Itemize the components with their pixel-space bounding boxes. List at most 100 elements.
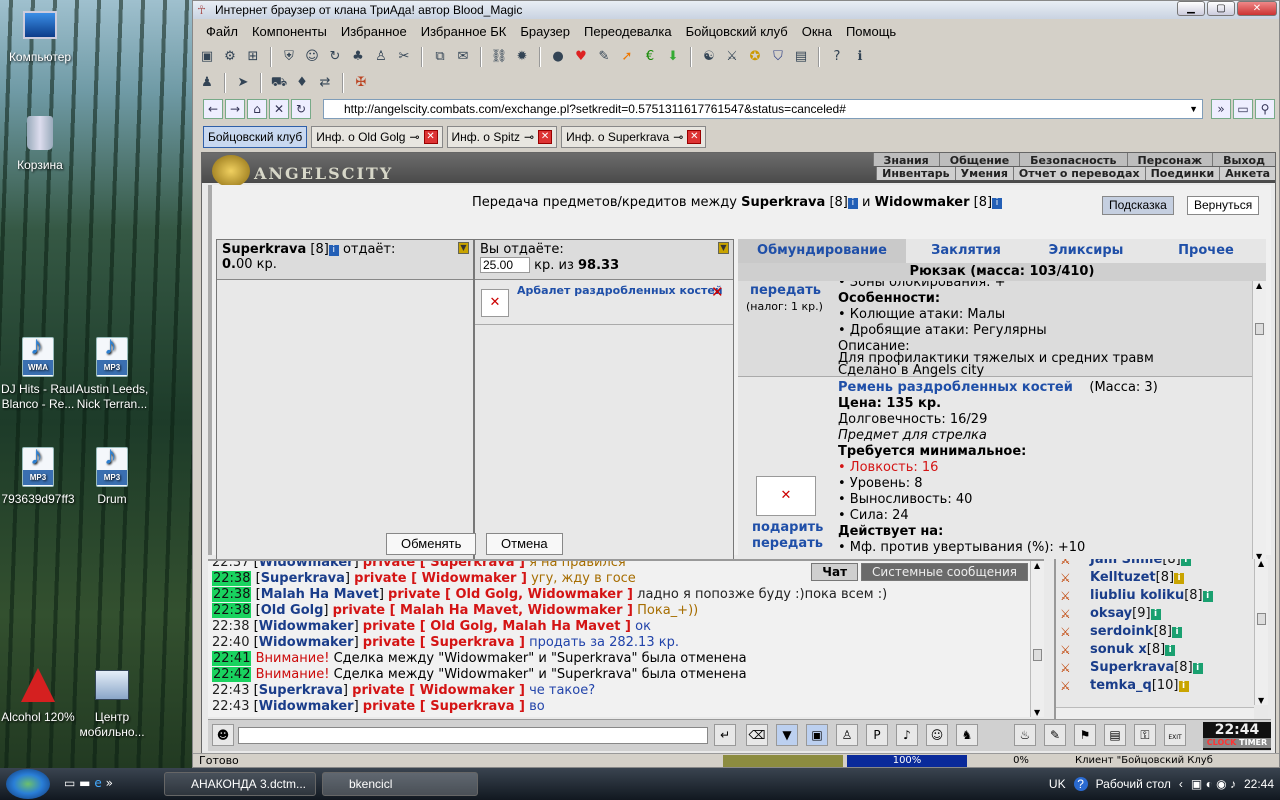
player-name[interactable]: Widowmaker bbox=[875, 195, 970, 210]
heart-icon[interactable]: ♥ bbox=[571, 47, 591, 67]
filter-icon[interactable]: ▼ bbox=[776, 724, 798, 746]
bug-icon[interactable]: ✹ bbox=[512, 47, 532, 67]
back-button[interactable]: Вернуться bbox=[1187, 196, 1260, 215]
info-icon[interactable]: i bbox=[1180, 559, 1191, 566]
show-desktop-icon[interactable]: ▭ bbox=[64, 776, 75, 790]
info-icon[interactable]: i bbox=[1174, 573, 1185, 584]
online-user[interactable]: ⚔ oksay[9] i bbox=[1056, 605, 1268, 623]
info-icon[interactable]: ℹ bbox=[850, 47, 870, 67]
tools-icon[interactable]: ✂ bbox=[394, 47, 414, 67]
chevron-left-icon[interactable]: ‹ bbox=[1179, 777, 1183, 791]
emblem-icon[interactable]: ✠ bbox=[351, 73, 371, 93]
private-message-icon[interactable]: ⚔ bbox=[1060, 644, 1082, 656]
chat-input[interactable] bbox=[238, 727, 708, 744]
bomb-icon[interactable]: ● bbox=[548, 47, 568, 67]
user-name[interactable]: Kelltuzet bbox=[1090, 570, 1156, 585]
info-icon[interactable]: i bbox=[1171, 627, 1182, 638]
reload-icon[interactable]: ↻ bbox=[291, 99, 311, 119]
message-time[interactable]: 22:43 bbox=[212, 683, 249, 698]
exchange-button[interactable]: Обменять bbox=[386, 533, 477, 555]
message-time[interactable]: 22:41 bbox=[212, 651, 252, 666]
message-sender[interactable]: Widowmaker bbox=[259, 561, 354, 570]
armor-icon[interactable]: ⛨ bbox=[279, 47, 299, 67]
credits-input[interactable]: 25.00 bbox=[480, 257, 530, 273]
down-arrow-icon[interactable]: ⬇ bbox=[663, 47, 683, 67]
lock-icon[interactable]: ⚿ bbox=[1134, 724, 1156, 746]
user-name[interactable]: temka_q bbox=[1090, 678, 1152, 693]
message-sender[interactable]: Superkrava bbox=[259, 683, 343, 698]
stop-icon[interactable]: ✕ bbox=[269, 99, 289, 119]
fire-icon[interactable]: ➚ bbox=[617, 47, 637, 67]
nav-communication[interactable]: Общение bbox=[938, 153, 1020, 167]
gems-icon[interactable]: ♦ bbox=[292, 73, 312, 93]
close-tab-icon[interactable]: ✕ bbox=[538, 130, 553, 144]
refresh-icon[interactable]: ↻ bbox=[325, 47, 345, 67]
info-icon[interactable]: i bbox=[328, 245, 339, 256]
shield-icon[interactable]: ⛉ bbox=[768, 47, 788, 67]
user-name[interactable]: liubliu koliku bbox=[1090, 588, 1184, 603]
ie-icon[interactable]: e bbox=[94, 776, 101, 790]
private-recipients[interactable]: private [ Superkrava ] bbox=[363, 561, 525, 570]
maximize-button[interactable]: ▢ bbox=[1207, 1, 1235, 16]
tab-info-spitz[interactable]: Инф. о Spitz ⊸ ✕ bbox=[446, 126, 558, 148]
private-message-icon[interactable]: ⚔ bbox=[1060, 559, 1082, 566]
give-item-link[interactable]: передать bbox=[752, 536, 823, 552]
close-tab-icon[interactable]: ✕ bbox=[687, 130, 702, 144]
give-item-link[interactable]: передать bbox=[750, 283, 821, 299]
forward-icon[interactable]: → bbox=[225, 99, 245, 119]
nav-security[interactable]: Безопасность bbox=[1019, 153, 1127, 167]
tab-elixirs[interactable]: Эликсиры bbox=[1026, 239, 1146, 263]
online-user[interactable]: ⚔ liubliu koliku[8] i bbox=[1056, 587, 1268, 605]
windows-icon[interactable]: ⧉ bbox=[430, 47, 450, 67]
user-name[interactable]: serdoink bbox=[1090, 624, 1154, 639]
start-button[interactable] bbox=[6, 769, 50, 799]
online-user[interactable]: ⚔ Kelltuzet[8] i bbox=[1056, 569, 1268, 587]
private-recipients[interactable]: private [ Widowmaker ] bbox=[352, 683, 525, 698]
nav-transfer-report[interactable]: Отчет о переводах bbox=[1012, 167, 1145, 180]
save-icon[interactable]: ▣ bbox=[197, 47, 217, 67]
online-user[interactable]: ⚔ sonuk x[8] i bbox=[1056, 641, 1268, 659]
home-icon[interactable]: ⌂ bbox=[247, 99, 267, 119]
private-recipients[interactable]: private [ Old Golg, Widowmaker ] bbox=[388, 587, 633, 602]
item-name[interactable]: Ремень раздробленных костей bbox=[838, 380, 1073, 395]
person-icon[interactable]: ♙ bbox=[371, 47, 391, 67]
tab-spells[interactable]: Заклятия bbox=[906, 239, 1026, 263]
private-message-icon[interactable]: ⚔ bbox=[1060, 662, 1082, 674]
desktop-icon-mobility-center[interactable]: Центр мобильно... bbox=[72, 664, 152, 740]
message-time[interactable]: 22:37 bbox=[212, 561, 249, 570]
go-icon[interactable]: » bbox=[1211, 99, 1231, 119]
private-message-icon[interactable]: ⚔ bbox=[1060, 572, 1082, 584]
desktop-icon-alcohol[interactable]: Alcohol 120% bbox=[0, 664, 78, 725]
message-time[interactable]: 22:38 bbox=[212, 587, 252, 602]
chevron-down-icon[interactable]: ▼ bbox=[1189, 100, 1198, 118]
cart-icon[interactable]: ⛟ bbox=[269, 73, 289, 93]
offered-item-name[interactable]: Арбалет раздробленных костей bbox=[517, 284, 723, 297]
search-icon[interactable]: ⚲ bbox=[1255, 99, 1275, 119]
scroll-down-icon[interactable]: ▼ bbox=[1258, 696, 1264, 705]
scroll-thumb[interactable] bbox=[1033, 649, 1042, 661]
scroll-icon[interactable]: ✎ bbox=[1044, 724, 1066, 746]
private-icon[interactable]: P bbox=[866, 724, 888, 746]
users-scrollbar[interactable]: ▲ ▼ bbox=[1254, 559, 1268, 705]
nav-profile[interactable]: Анкета bbox=[1219, 167, 1275, 180]
private-message-icon[interactable]: ⚔ bbox=[1060, 680, 1082, 692]
desktop-icon-computer[interactable]: Компьютер bbox=[0, 4, 80, 65]
user-name[interactable]: sonuk x bbox=[1090, 642, 1147, 657]
map-icon[interactable]: ⚑ bbox=[1074, 724, 1096, 746]
online-user[interactable]: ⚔ serdoink[8] i bbox=[1056, 623, 1268, 641]
menu-file[interactable]: Файл bbox=[199, 22, 245, 42]
scroll-up-icon[interactable]: ▲ bbox=[1258, 559, 1264, 568]
walk-icon[interactable]: ♙ bbox=[836, 724, 858, 746]
private-recipients[interactable]: private [ Superkrava ] bbox=[363, 635, 525, 650]
save-log-icon[interactable]: ▣ bbox=[806, 724, 828, 746]
scroll-down-icon[interactable]: ▼ bbox=[1034, 708, 1040, 717]
nav-knowledge[interactable]: Знания bbox=[872, 153, 939, 167]
group-icon[interactable]: ♣ bbox=[348, 47, 368, 67]
private-message-icon[interactable]: ⚔ bbox=[1060, 590, 1082, 602]
info-icon[interactable]: i bbox=[1165, 645, 1176, 656]
info-icon[interactable]: i bbox=[1150, 609, 1161, 620]
menu-favorites[interactable]: Избранное bbox=[334, 22, 414, 42]
nav-battles[interactable]: Поединки bbox=[1144, 167, 1220, 180]
cursor-icon[interactable]: ➤ bbox=[233, 73, 253, 93]
scroll-icon[interactable]: ✎ bbox=[594, 47, 614, 67]
